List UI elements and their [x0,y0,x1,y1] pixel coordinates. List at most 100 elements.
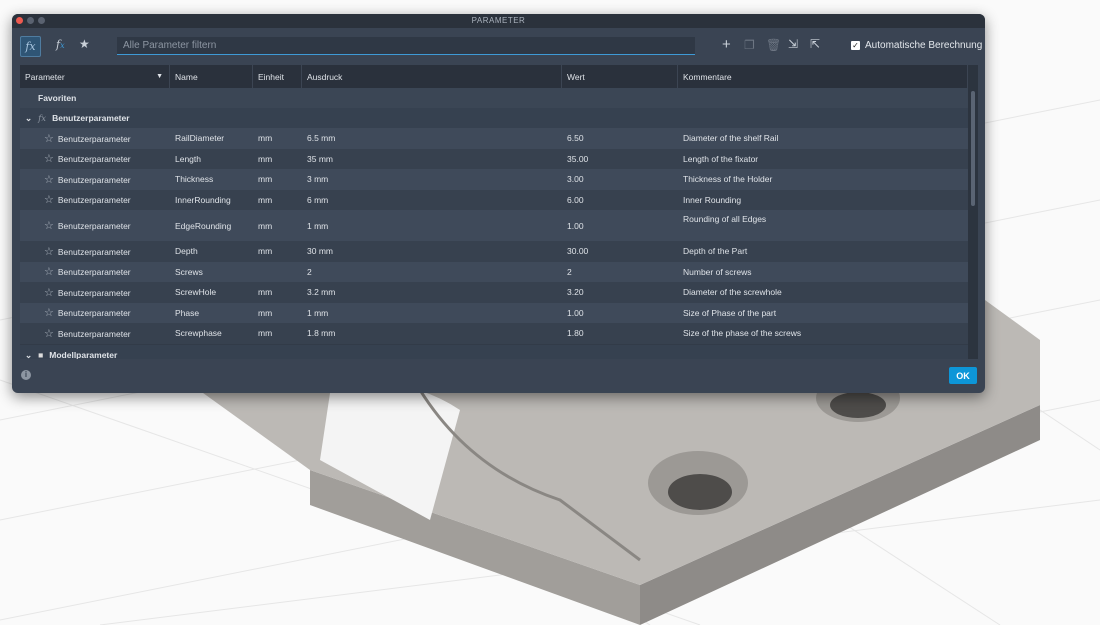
favorite-star-icon[interactable]: ☆ [44,307,54,319]
column-header-unit[interactable]: Einheit [253,65,302,88]
parameter-comment[interactable]: Diameter of the screwhole [678,287,968,297]
parameter-unit[interactable]: mm [253,328,302,338]
user-parameters-group[interactable]: ⌄ fx Benutzerparameter [20,108,968,128]
parameter-expression[interactable]: 35 mm [302,154,562,164]
parameter-unit[interactable]: mm [253,154,302,164]
parameter-name[interactable]: Thickness [170,174,253,184]
parameter-name[interactable]: Screws [170,267,253,277]
parameter-name[interactable]: EdgeRounding [170,221,253,231]
table-row[interactable]: ☆ Benutzerparameter Depth mm 30 mm 30.00 … [20,241,968,262]
zoom-button[interactable] [38,17,45,24]
table-row[interactable]: ☆ Benutzerparameter ScrewHole mm 3.2 mm 3… [20,282,968,303]
add-icon[interactable]: + [722,36,731,53]
favorite-star-icon[interactable]: ☆ [44,266,54,278]
parameter-expression[interactable]: 1 mm [302,221,562,231]
model-parameters-group[interactable]: ⌄ ■ Modellparameter [20,345,968,359]
parameter-expression[interactable]: 3.2 mm [302,287,562,297]
filter-input[interactable] [117,37,695,55]
parameter-comment[interactable]: Inner Rounding [678,195,968,205]
import-icon[interactable]: ⇲ [788,37,798,51]
export-icon[interactable]: ⇱ [810,37,820,51]
parameter-type: Benutzerparameter [57,246,131,257]
parameter-comment[interactable]: Rounding of all Edges [678,210,968,224]
checkbox-checked-icon[interactable]: ✓ [851,41,860,50]
parameter-name[interactable]: ScrewHole [170,287,253,297]
window-title: PARAMETER [471,16,526,25]
user-fx-icon[interactable]: fx [56,38,65,51]
parameter-expression[interactable]: 1 mm [302,308,562,318]
parameter-unit[interactable]: mm [253,174,302,184]
table-row[interactable]: ☆ Benutzerparameter InnerRounding mm 6 mm… [20,189,968,210]
parameter-unit[interactable]: mm [253,221,302,231]
table-row[interactable]: ☆ Benutzerparameter Screwphase mm 1.8 mm … [20,323,968,344]
scrollbar-thumb[interactable] [971,91,975,206]
parameter-type: Benutzerparameter [57,267,131,278]
parameter-expression[interactable]: 3 mm [302,174,562,184]
parameter-type: Benutzerparameter [57,154,131,165]
favorite-star-icon[interactable]: ☆ [44,133,54,145]
parameter-name[interactable]: Screwphase [170,328,253,338]
fx-icon[interactable]: fx [20,36,41,57]
parameter-value: 35.00 [567,153,589,164]
info-icon[interactable]: i [21,370,31,380]
favorite-star-icon[interactable]: ☆ [44,328,54,340]
parameter-unit[interactable]: mm [253,133,302,143]
parameter-unit[interactable]: mm [253,287,302,297]
chevron-down-icon[interactable]: ⌄ [25,113,32,123]
parameter-expression[interactable]: 6 mm [302,195,562,205]
table-row[interactable]: ☆ Benutzerparameter Length mm 35 mm 35.00… [20,148,968,169]
dropdown-icon[interactable]: ▼ [156,73,163,80]
close-button[interactable] [16,17,23,24]
parameter-comment[interactable]: Thickness of the Holder [678,174,968,184]
copy-icon[interactable]: ❐ [744,38,755,52]
parameter-comment[interactable]: Depth of the Part [678,246,968,256]
favorite-star-icon[interactable]: ☆ [44,194,54,206]
column-header-expression[interactable]: Ausdruck [302,65,562,88]
favorites-group[interactable]: Favoriten [20,88,968,108]
parameter-name[interactable]: Length [170,154,253,164]
favorite-star-icon[interactable]: ☆ [44,287,54,299]
title-bar[interactable]: PARAMETER [12,14,985,28]
parameter-value: 6.50 [567,133,584,144]
parameter-expression[interactable]: 30 mm [302,246,562,256]
parameter-name[interactable]: InnerRounding [170,195,253,205]
parameter-name[interactable]: RailDiameter [170,133,253,143]
parameter-comment[interactable]: Size of Phase of the part [678,308,968,318]
favorite-star-icon[interactable]: ☆ [44,174,54,186]
favorite-star-icon[interactable]: ☆ [44,153,54,165]
parameter-comment[interactable]: Number of screws [678,267,968,277]
table-row[interactable]: ☆ Benutzerparameter EdgeRounding mm 1 mm … [20,210,968,241]
parameter-unit[interactable]: mm [253,308,302,318]
parameter-type: Benutzerparameter [57,133,131,144]
star-icon[interactable]: ★ [79,37,90,51]
parameter-comment[interactable]: Size of the phase of the screws [678,328,968,338]
parameter-value: 1.00 [567,220,584,231]
parameter-value: 1.80 [567,328,584,339]
table-row[interactable]: ☆ Benutzerparameter Phase mm 1 mm 1.00 Si… [20,302,968,323]
column-header-value[interactable]: Wert [562,65,678,88]
parameter-expression[interactable]: 6.5 mm [302,133,562,143]
table-row[interactable]: ☆ Benutzerparameter Thickness mm 3 mm 3.0… [20,169,968,190]
parameter-unit[interactable]: mm [253,195,302,205]
table-row[interactable]: ☆ Benutzerparameter RailDiameter mm 6.5 m… [20,128,968,149]
column-header-comments[interactable]: Kommentare [678,65,968,88]
parameter-expression[interactable]: 1.8 mm [302,328,562,338]
scrollbar[interactable] [968,65,978,359]
table-row[interactable]: ☆ Benutzerparameter Screws 2 2 Number of … [20,261,968,282]
favorite-star-icon[interactable]: ☆ [44,246,54,258]
chevron-down-icon[interactable]: ⌄ [25,350,32,360]
model-icon: ■ [38,349,44,360]
delete-icon[interactable]: 🗑 [766,38,781,52]
parameter-unit[interactable]: mm [253,246,302,256]
minimize-button[interactable] [27,17,34,24]
ok-button[interactable]: OK [949,367,977,384]
favorite-star-icon[interactable]: ☆ [44,220,54,232]
column-header-parameter[interactable]: Parameter ▼ [20,65,170,88]
parameter-name[interactable]: Phase [170,308,253,318]
parameter-expression[interactable]: 2 [302,267,562,277]
auto-calc-checkbox[interactable]: ✓ Automatische Berechnung [851,40,982,51]
column-header-name[interactable]: Name [170,65,253,88]
parameter-name[interactable]: Depth [170,246,253,256]
parameter-comment[interactable]: Diameter of the shelf Rail [678,133,968,143]
parameter-comment[interactable]: Length of the fixator [678,154,968,164]
